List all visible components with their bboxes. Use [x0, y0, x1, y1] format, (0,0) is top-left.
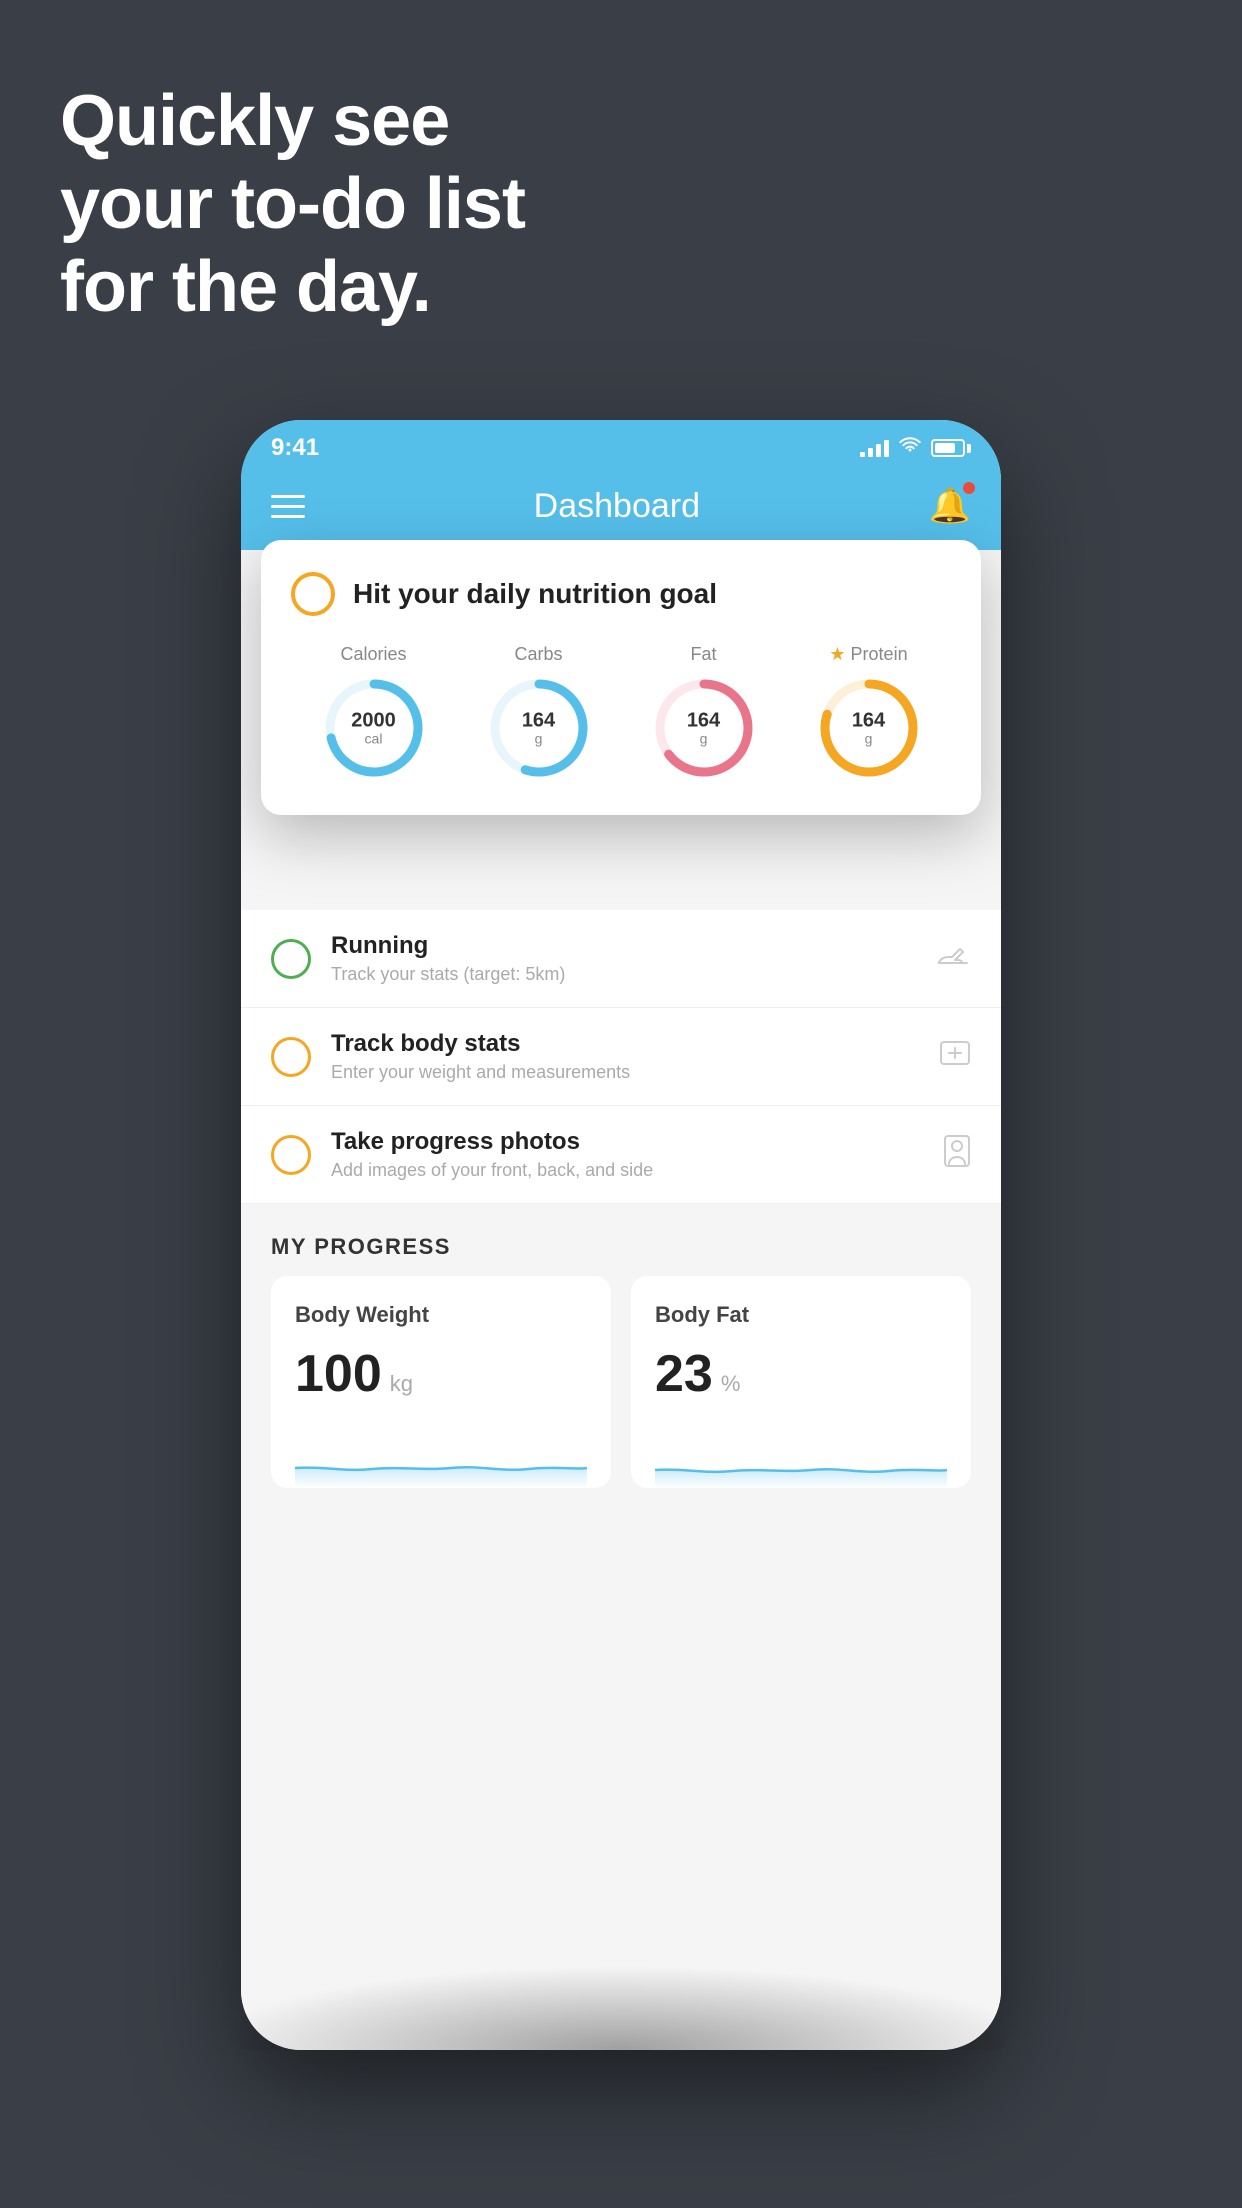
wifi-icon: [899, 437, 921, 460]
battery-icon: [931, 439, 971, 457]
notification-dot: [963, 482, 975, 494]
carbs-label: Carbs: [514, 644, 562, 665]
body-fat-card: Body Fat 23 %: [631, 1276, 971, 1488]
carbs-donut: 164 g: [484, 673, 594, 783]
nutrition-card-title: Hit your daily nutrition goal: [353, 578, 717, 610]
hamburger-menu[interactable]: [271, 495, 305, 518]
signal-bars-icon: [860, 439, 889, 457]
body-fat-value: 23: [655, 1344, 713, 1404]
status-time: 9:41: [271, 434, 319, 462]
headline: Quickly see your to-do list for the day.: [60, 80, 525, 328]
nav-bar: Dashboard 🔔: [241, 470, 1001, 550]
nutrition-row: Calories 2000 cal: [291, 644, 951, 783]
fat-donut: 164 g: [649, 673, 759, 783]
carbs-value: 164: [522, 709, 555, 731]
scale-icon: [939, 1038, 971, 1075]
body-weight-value-row: 100 kg: [295, 1344, 587, 1404]
body-weight-title: Body Weight: [295, 1302, 587, 1328]
phone-mockup: 9:41: [241, 420, 1001, 2050]
status-icons: [860, 437, 971, 460]
calories-value: 2000: [351, 709, 396, 731]
running-circle: [271, 939, 311, 979]
todo-item-progress-photos[interactable]: Take progress photos Add images of your …: [241, 1106, 1001, 1204]
calories-donut: 2000 cal: [319, 673, 429, 783]
nutrition-item-calories: Calories 2000 cal: [319, 644, 429, 783]
body-weight-unit: kg: [390, 1371, 413, 1397]
star-icon: ★: [829, 644, 845, 665]
calories-unit: cal: [351, 731, 396, 746]
photos-text: Take progress photos Add images of your …: [331, 1128, 923, 1181]
protein-donut: 164 g: [814, 673, 924, 783]
signal-bar-2: [868, 448, 873, 457]
photos-circle: [271, 1135, 311, 1175]
body-fat-title: Body Fat: [655, 1302, 947, 1328]
phone-shadow: [241, 1850, 1001, 2050]
body-stats-subtitle: Enter your weight and measurements: [331, 1062, 919, 1083]
body-fat-chart: [655, 1428, 947, 1488]
card-title-row: Hit your daily nutrition goal: [291, 572, 951, 616]
progress-header: MY PROGRESS: [271, 1204, 971, 1276]
body-weight-value: 100: [295, 1344, 382, 1404]
calories-label: Calories: [340, 644, 406, 665]
body-fat-unit: %: [721, 1371, 741, 1397]
person-photo-icon: [943, 1134, 971, 1175]
fat-unit: g: [687, 731, 720, 746]
body-stats-title: Track body stats: [331, 1030, 919, 1058]
protein-label: ★ Protein: [829, 644, 907, 665]
body-fat-value-row: 23 %: [655, 1344, 947, 1404]
todo-item-running[interactable]: Running Track your stats (target: 5km): [241, 910, 1001, 1008]
running-subtitle: Track your stats (target: 5km): [331, 964, 917, 985]
todo-list: Running Track your stats (target: 5km): [241, 910, 1001, 1204]
running-text: Running Track your stats (target: 5km): [331, 932, 917, 985]
task-circle-nutrition[interactable]: [291, 572, 335, 616]
body-weight-card: Body Weight 100 kg: [271, 1276, 611, 1488]
notification-bell-icon[interactable]: 🔔: [929, 486, 971, 526]
body-stats-text: Track body stats Enter your weight and m…: [331, 1030, 919, 1083]
phone-shell: 9:41: [241, 420, 1001, 2050]
signal-bar-3: [876, 444, 881, 457]
photos-subtitle: Add images of your front, back, and side: [331, 1160, 923, 1181]
fat-label: Fat: [690, 644, 716, 665]
protein-value: 164: [852, 709, 885, 731]
photos-title: Take progress photos: [331, 1128, 923, 1156]
nutrition-item-fat: Fat 164 g: [649, 644, 759, 783]
content-area: THINGS TO DO TODAY Hit your daily nutrit…: [241, 550, 1001, 2050]
todo-item-body-stats[interactable]: Track body stats Enter your weight and m…: [241, 1008, 1001, 1106]
progress-cards: Body Weight 100 kg: [271, 1276, 971, 1488]
signal-bar-1: [860, 452, 865, 457]
status-bar: 9:41: [241, 420, 1001, 470]
running-shoe-icon: [937, 942, 971, 975]
signal-bar-4: [884, 440, 889, 457]
body-weight-chart: [295, 1428, 587, 1488]
nutrition-card: Hit your daily nutrition goal Calories: [261, 540, 981, 815]
progress-section: MY PROGRESS Body Weight 100 kg: [241, 1204, 1001, 1518]
nutrition-item-protein: ★ Protein 164 g: [814, 644, 924, 783]
nav-title: Dashboard: [534, 487, 700, 526]
protein-unit: g: [852, 731, 885, 746]
body-stats-circle: [271, 1037, 311, 1077]
nutrition-item-carbs: Carbs 164 g: [484, 644, 594, 783]
fat-value: 164: [687, 709, 720, 731]
running-title: Running: [331, 932, 917, 960]
carbs-unit: g: [522, 731, 555, 746]
